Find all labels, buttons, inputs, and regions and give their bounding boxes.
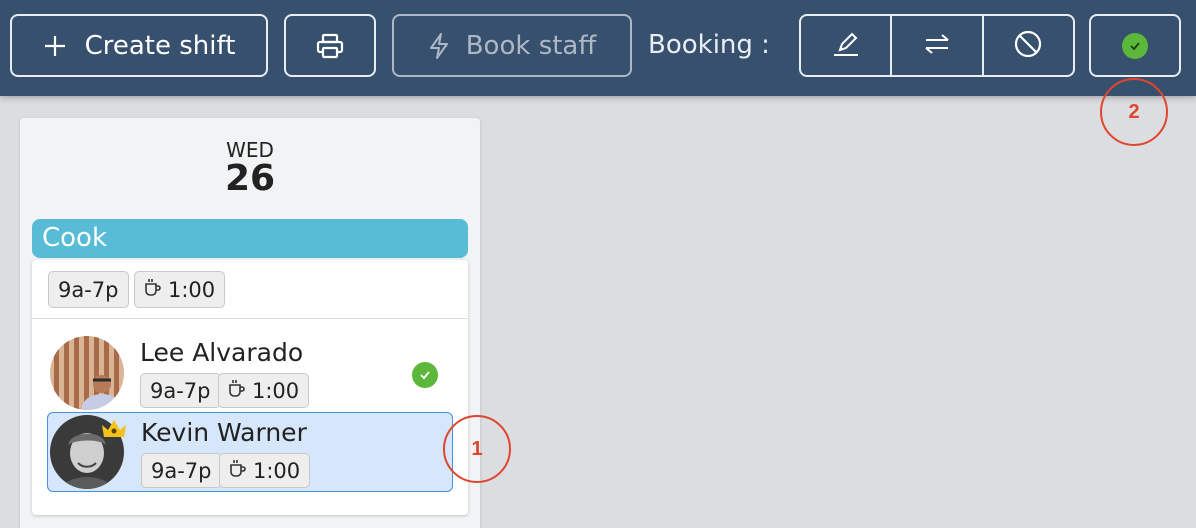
staff-break-tag: 1:00 [219,453,311,488]
role-header-cook[interactable]: Cook [32,219,468,258]
printer-icon [316,33,344,59]
create-shift-label: Create shift [84,30,236,61]
toolbar: Create shift Book staff Booking : [0,0,1196,96]
shift-time-tag: 9a-7p [48,271,129,308]
staff-row-kevin-warner[interactable]: Kevin Warner 9a-7p 1:00 [47,412,453,492]
book-staff-button[interactable]: Book staff [392,14,632,77]
staff-time-tag: 9a-7p [140,373,221,408]
booking-actions [799,14,1075,77]
lightning-icon [428,32,450,60]
coffee-icon [228,378,252,403]
staff-time-tag: 9a-7p [141,453,222,488]
divider [32,318,468,319]
swap-arrows-icon [922,31,952,61]
confirm-booking-button[interactable] [1089,14,1181,77]
staff-time: 9a-7p [150,378,211,403]
shift-break: 1:00 [168,277,216,302]
cancel-booking-button[interactable] [984,16,1073,75]
plus-icon [43,34,67,58]
pencil-icon [831,30,861,62]
shift-time: 9a-7p [58,277,119,302]
annotation-marker-1: 1 [443,415,511,483]
shift-card[interactable]: 9a-7p 1:00 Lee Alvarado 9a-7p 1:00 Kevin… [32,260,468,515]
check-circle-icon [412,362,438,388]
avatar [50,336,124,410]
staff-time: 9a-7p [151,458,212,483]
booking-label: Booking : [648,30,770,60]
prohibited-icon [1013,29,1043,63]
staff-name: Kevin Warner [141,418,307,447]
day-number: 26 [224,158,276,199]
crown-icon [100,417,128,443]
coffee-icon [144,277,168,302]
annotation-marker-2: 2 [1100,78,1168,146]
book-staff-label: Book staff [465,30,597,61]
staff-name: Lee Alvarado [140,338,304,367]
staff-break: 1:00 [253,458,301,483]
staff-break: 1:00 [252,378,300,403]
create-shift-button[interactable]: Create shift [10,14,268,77]
swap-booking-button[interactable] [892,16,984,75]
staff-break-tag: 1:00 [218,373,310,408]
edit-booking-button[interactable] [801,16,893,75]
staff-row-lee-alvarado[interactable]: Lee Alvarado 9a-7p 1:00 [32,333,468,413]
day-column: WED 26 Cook 9a-7p 1:00 Lee Alvarado 9a-7… [20,118,480,528]
print-button[interactable] [284,14,376,77]
shift-break-tag: 1:00 [134,271,226,308]
check-circle-icon [1122,32,1148,59]
coffee-icon [229,458,253,483]
